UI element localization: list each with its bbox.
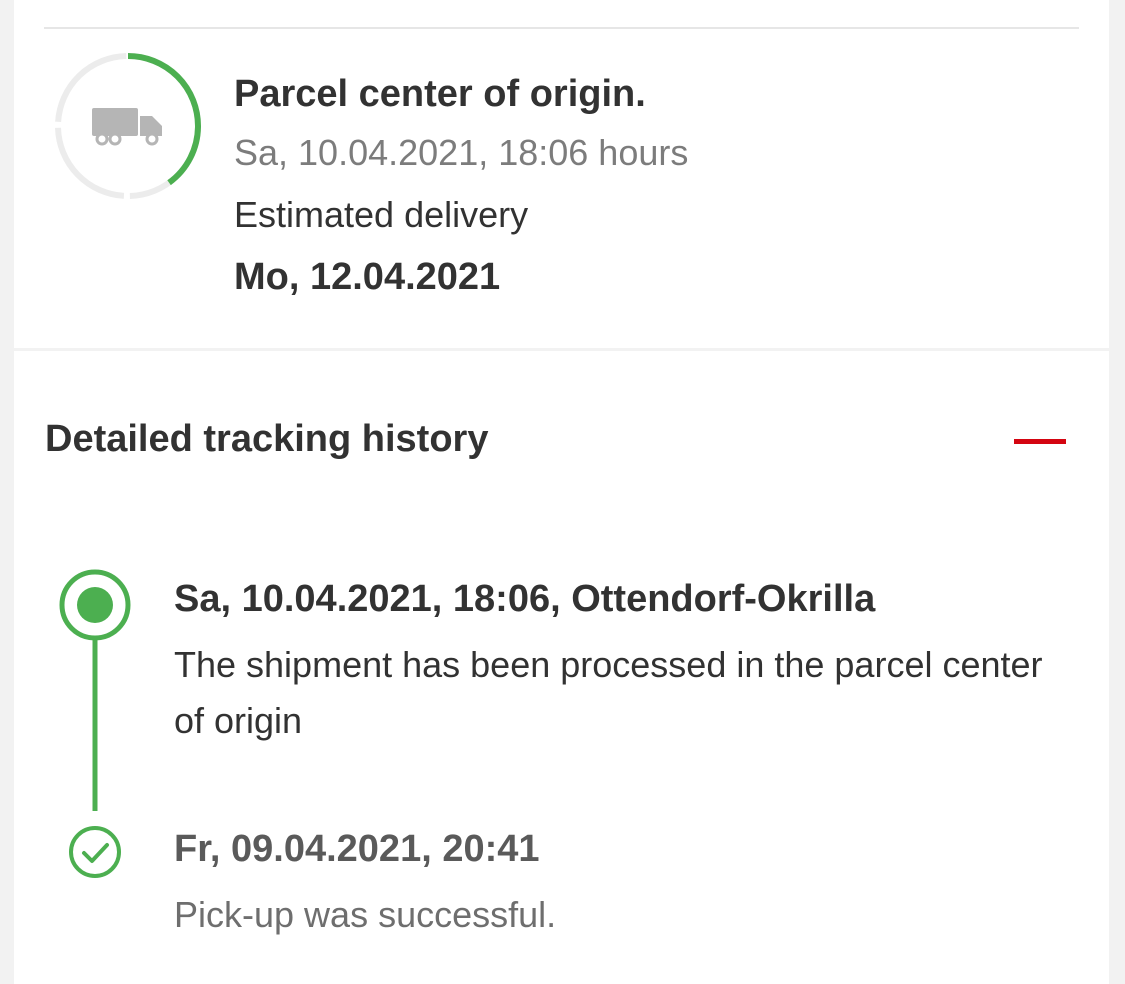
check-circle-icon bbox=[69, 826, 121, 878]
event-description: The shipment has been processed in the p… bbox=[174, 644, 1043, 741]
progress-ring bbox=[55, 53, 201, 199]
event-heading: Fr, 09.04.2021, 20:41 bbox=[174, 828, 540, 870]
tracking-page: Parcel center of origin. Sa, 10.04.2021,… bbox=[0, 0, 1125, 984]
current-status-icon bbox=[59, 569, 131, 641]
history-event: Sa, 10.04.2021, 18:06, Ottendorf-Okrilla… bbox=[174, 573, 1054, 749]
event-description: Pick-up was successful. bbox=[174, 894, 557, 935]
truck-icon bbox=[92, 108, 162, 146]
status-title: Parcel center of origin. bbox=[234, 73, 646, 115]
event-heading: Sa, 10.04.2021, 18:06, Ottendorf-Okrilla bbox=[174, 578, 876, 620]
minus-icon bbox=[1014, 439, 1066, 444]
history-event: Fr, 09.04.2021, 20:41 Pick-up was succes… bbox=[174, 823, 1054, 943]
estimated-delivery-date: Mo, 12.04.2021 bbox=[234, 256, 501, 298]
status-text-block: Parcel center of origin. Sa, 10.04.2021,… bbox=[234, 68, 688, 310]
tracking-history-header[interactable]: Detailed tracking history bbox=[14, 401, 1109, 481]
shipment-status-card: Parcel center of origin. Sa, 10.04.2021,… bbox=[14, 0, 1109, 348]
status-timestamp: Sa, 10.04.2021, 18:06 hours bbox=[234, 132, 689, 173]
collapse-button[interactable] bbox=[1004, 421, 1076, 461]
tracking-history-title: Detailed tracking history bbox=[45, 418, 489, 460]
tracking-history-card: Detailed tracking history Sa, 10.04.2021… bbox=[14, 351, 1109, 984]
divider bbox=[44, 27, 1079, 29]
estimated-delivery-label: Estimated delivery bbox=[234, 194, 529, 235]
timeline bbox=[59, 569, 131, 878]
